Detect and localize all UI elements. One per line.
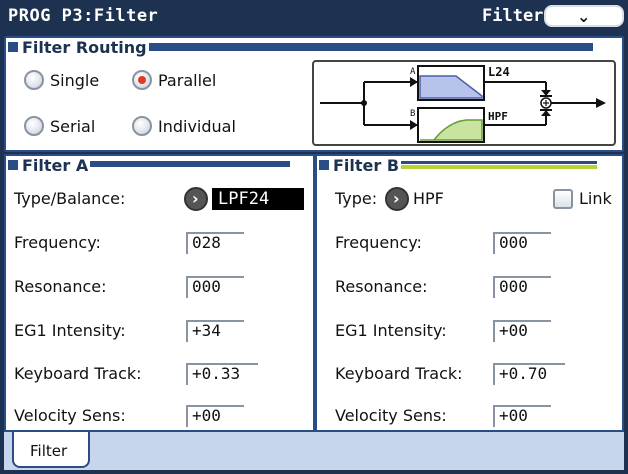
section-rule bbox=[90, 161, 291, 169]
section-marker bbox=[319, 160, 329, 170]
filter-b-link-label: Link bbox=[579, 189, 612, 208]
filter-a-header: Filter A bbox=[8, 155, 291, 175]
filter-b-velocity-sens-field[interactable]: +00 bbox=[493, 405, 551, 427]
filter-a-keyboard-track-label: Keyboard Track: bbox=[14, 364, 142, 383]
filter-routing-title: Filter Routing bbox=[20, 37, 149, 57]
tab-filter[interactable]: Filter bbox=[12, 432, 90, 468]
filter-a-resonance-field[interactable]: 000 bbox=[186, 276, 244, 298]
routing-diagram-svg: A B L24 HPF bbox=[320, 65, 606, 143]
diagram-label-b: B bbox=[410, 109, 415, 119]
section-rule bbox=[148, 43, 593, 51]
filter-b-section: Filter B Type: › HPF Link Frequency: 000… bbox=[315, 154, 624, 432]
filter-b-frequency-field[interactable]: 000 bbox=[493, 232, 551, 254]
page-menu-button[interactable]: ⌄ bbox=[544, 5, 624, 27]
radio-icon bbox=[24, 116, 44, 136]
filter-a-velocity-sens-field[interactable]: +00 bbox=[186, 405, 244, 427]
radio-icon bbox=[132, 116, 152, 136]
filter-a-frequency-field[interactable]: 028 bbox=[186, 232, 244, 254]
radio-label: Parallel bbox=[158, 70, 217, 90]
chevron-right-icon: › bbox=[393, 189, 400, 208]
routing-diagram: A B L24 HPF bbox=[312, 60, 616, 146]
radio-label: Single bbox=[50, 70, 100, 90]
tab-bar: Filter bbox=[4, 432, 624, 470]
filter-b-title: Filter B bbox=[331, 155, 402, 175]
diagram-filter-a-type: L24 bbox=[488, 65, 510, 79]
diagram-filter-b-type: HPF bbox=[488, 110, 508, 123]
routing-radio-serial[interactable]: Serial bbox=[24, 116, 95, 136]
diagram-label-a: A bbox=[410, 67, 416, 77]
filter-b-type-popup-button[interactable]: › bbox=[385, 187, 409, 211]
filter-b-velocity-sens-label: Velocity Sens: bbox=[335, 406, 447, 425]
filter-a-section: Filter A Type/Balance: › LPF24 Frequency… bbox=[4, 154, 315, 432]
filter-b-type-label: Type: bbox=[335, 189, 378, 208]
section-marker bbox=[8, 42, 18, 52]
chevron-right-icon: › bbox=[192, 189, 199, 208]
filter-a-type-value[interactable]: LPF24 bbox=[212, 188, 304, 210]
page-title: PROG P3:Filter bbox=[8, 6, 159, 26]
page-name: Filter bbox=[482, 6, 544, 26]
filter-a-type-label: Type/Balance: bbox=[14, 189, 126, 208]
filter-b-header: Filter B bbox=[319, 155, 598, 175]
filter-a-type-popup-button[interactable]: › bbox=[184, 187, 208, 211]
filter-a-frequency-label: Frequency: bbox=[14, 233, 101, 252]
filter-a-eg1-intensity-label: EG1 Intensity: bbox=[14, 321, 126, 340]
filter-routing-header: Filter Routing bbox=[8, 37, 593, 57]
section-marker bbox=[8, 160, 18, 170]
radio-label: Serial bbox=[50, 116, 96, 136]
filter-a-keyboard-track-field[interactable]: +0.33 bbox=[186, 363, 258, 385]
filter-a-resonance-label: Resonance: bbox=[14, 277, 107, 296]
filter-b-keyboard-track-field[interactable]: +0.70 bbox=[493, 363, 565, 385]
filter-b-resonance-field[interactable]: 000 bbox=[493, 276, 551, 298]
routing-radio-individual[interactable]: Individual bbox=[132, 116, 236, 136]
routing-radio-single[interactable]: Single bbox=[24, 70, 99, 90]
header-bar: PROG P3:Filter Filter ⌄ bbox=[4, 4, 624, 28]
filter-routing-section: Filter Routing Single Parallel Serial In… bbox=[4, 36, 624, 152]
radio-selected-icon bbox=[132, 70, 152, 90]
filter-b-type-value[interactable]: HPF bbox=[413, 189, 444, 208]
filter-b-keyboard-track-label: Keyboard Track: bbox=[335, 364, 463, 383]
filter-b-resonance-label: Resonance: bbox=[335, 277, 428, 296]
chevron-down-icon: ⌄ bbox=[577, 7, 591, 26]
filter-b-frequency-label: Frequency: bbox=[335, 233, 422, 252]
radio-label: Individual bbox=[158, 116, 236, 136]
filter-a-velocity-sens-label: Velocity Sens: bbox=[14, 406, 126, 425]
section-rule bbox=[401, 161, 598, 169]
filter-a-eg1-intensity-field[interactable]: +34 bbox=[186, 320, 244, 342]
filter-b-eg1-intensity-field[interactable]: +00 bbox=[493, 320, 551, 342]
filter-a-title: Filter A bbox=[20, 155, 91, 175]
screen: PROG P3:Filter Filter ⌄ Filter Routing S… bbox=[0, 0, 628, 474]
radio-icon bbox=[24, 70, 44, 90]
routing-radio-parallel[interactable]: Parallel bbox=[132, 70, 216, 90]
filter-b-link-checkbox[interactable] bbox=[553, 189, 573, 209]
filter-b-eg1-intensity-label: EG1 Intensity: bbox=[335, 321, 447, 340]
